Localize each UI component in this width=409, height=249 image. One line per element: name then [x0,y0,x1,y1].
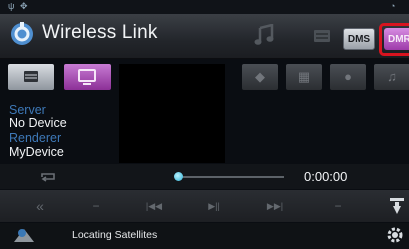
server-value: No Device [9,116,67,130]
server-icon [24,71,38,82]
status-bar: ψ ✥ ◔ [0,0,409,14]
usb-icon: ψ [8,1,15,11]
list-icon[interactable] [314,30,330,42]
folder-button[interactable]: ▦ [286,64,322,90]
app-title: Wireless Link [42,22,158,43]
dmr-highlight-frame [379,23,409,56]
minus-button[interactable]: − [84,190,108,222]
progress-knob[interactable] [174,172,183,181]
wifi-icon: ◔ [390,1,396,11]
renderer-tab-button[interactable] [64,64,111,90]
monitor-icon [78,69,96,85]
progress-track[interactable] [178,176,284,178]
note-icon: ♫ [387,69,397,84]
previous-track-icon[interactable]: |◀◀ [134,190,174,222]
next-track-icon[interactable]: ▶▶| [255,190,295,222]
navigation-screen: ψ ✥ ◔ Wireless Link DMS DMR Server No De… [0,0,409,249]
music-icon[interactable] [254,24,274,46]
tag-icon: ◆ [255,69,265,84]
status-message: Locating Satellites [72,229,158,241]
settings-icon[interactable] [386,226,404,244]
dms-button[interactable]: DMS [343,28,375,50]
progress-row: 0:00:00 [0,164,409,189]
gps-icon[interactable] [12,226,36,244]
bottom-status-bar [0,223,409,249]
server-label: Server [9,103,46,117]
folder-icon: ▦ [297,69,311,84]
server-tab-button[interactable] [8,64,54,90]
renderer-label: Renderer [9,131,62,145]
bluetooth-icon: ✥ [20,1,28,11]
elapsed-time: 0:00:00 [304,169,348,184]
album-art [119,64,225,163]
repeat-icon[interactable] [40,171,56,182]
renderer-value: MyDevice [9,145,64,159]
plus-button[interactable]: − [326,190,350,222]
tag-button[interactable]: ◆ [242,64,278,90]
disc-button[interactable]: ● [330,64,366,90]
scroll-down-icon[interactable] [389,197,405,217]
music-list-button[interactable]: ♫ [374,64,409,90]
back-chevron-icon[interactable]: « [28,190,52,222]
disc-icon: ● [344,69,352,84]
wireless-link-icon [11,22,33,45]
play-pause-icon[interactable]: ▶|| [194,190,234,222]
control-bar: « − |◀◀ ▶|| ▶▶| − [0,190,409,222]
